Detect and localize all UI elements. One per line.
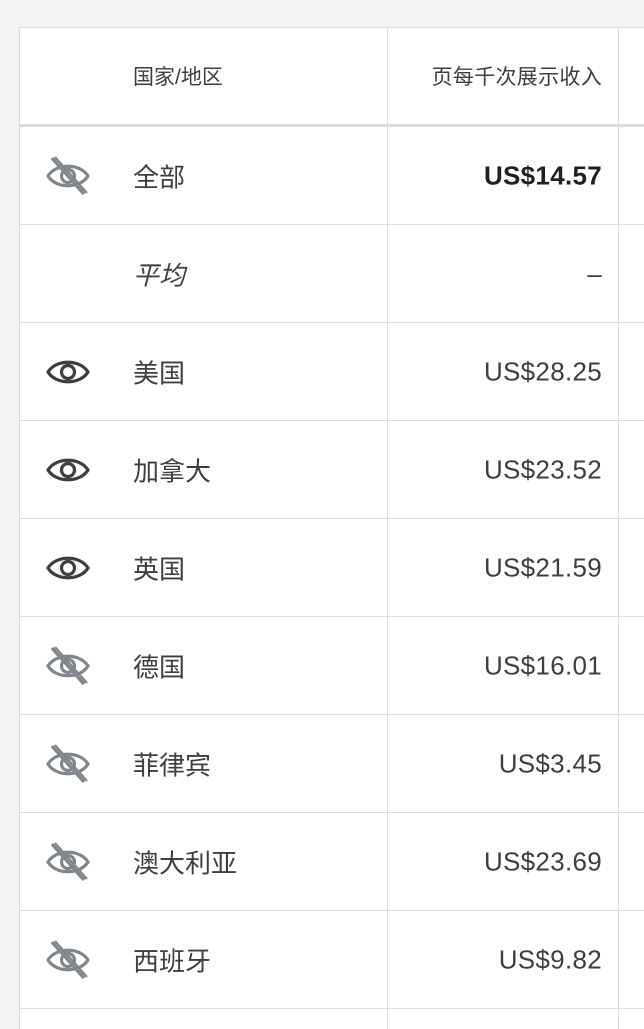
eye-off-icon[interactable] xyxy=(46,841,90,882)
eye-off-icon[interactable] xyxy=(46,743,90,784)
eye-icon[interactable] xyxy=(46,548,90,588)
column-header-country[interactable]: 国家/地区 xyxy=(133,61,223,91)
rpm-value: US$23.69 xyxy=(483,846,602,876)
table-header: 国家/地区 页每千次展示收入 xyxy=(20,28,644,127)
rpm-value: US$23.52 xyxy=(483,454,602,484)
table-row: 英国 US$21.59 xyxy=(20,519,644,617)
rpm-value: US$28.25 xyxy=(483,356,602,386)
table-row xyxy=(20,1009,644,1029)
eye-off-icon[interactable] xyxy=(46,939,90,980)
country-name: 美国 xyxy=(133,358,186,388)
table-row: 美国 US$28.25 xyxy=(20,323,644,421)
country-name: 平均 xyxy=(133,260,186,290)
rpm-value: US$16.01 xyxy=(483,650,602,680)
table-row: 澳大利亚 US$23.69 xyxy=(20,813,644,911)
country-name: 德国 xyxy=(133,652,186,682)
rpm-value: US$9.82 xyxy=(498,944,602,974)
rpm-value: – xyxy=(587,258,602,288)
table-row: 德国 US$16.01 xyxy=(20,617,644,715)
rpm-value: US$14.57 xyxy=(483,160,602,190)
table-row: 平均 – xyxy=(20,225,644,323)
country-name: 菲律宾 xyxy=(133,750,212,780)
eye-off-icon[interactable] xyxy=(46,155,90,196)
country-name: 英国 xyxy=(133,554,186,584)
column-header-rpm[interactable]: 页每千次展示收入 xyxy=(432,61,602,91)
table-row: 全部 US$14.57 xyxy=(20,127,644,225)
eye-icon[interactable] xyxy=(46,352,90,392)
eye-icon[interactable] xyxy=(46,450,90,490)
country-name: 加拿大 xyxy=(133,456,212,486)
table-row: 西班牙 US$9.82 xyxy=(20,911,644,1009)
table-row: 加拿大 US$23.52 xyxy=(20,421,644,519)
table-row: 菲律宾 US$3.45 xyxy=(20,715,644,813)
rpm-value: US$3.45 xyxy=(498,748,602,778)
rpm-value: US$21.59 xyxy=(483,552,602,582)
country-name: 西班牙 xyxy=(133,946,212,976)
country-name: 全部 xyxy=(133,162,186,192)
country-name: 澳大利亚 xyxy=(133,848,238,878)
eye-off-icon[interactable] xyxy=(46,645,90,686)
country-rpm-table: 国家/地区 页每千次展示收入 全部 US$14.57 平均 – 美国 US$28.25 加拿… xyxy=(19,27,644,1029)
